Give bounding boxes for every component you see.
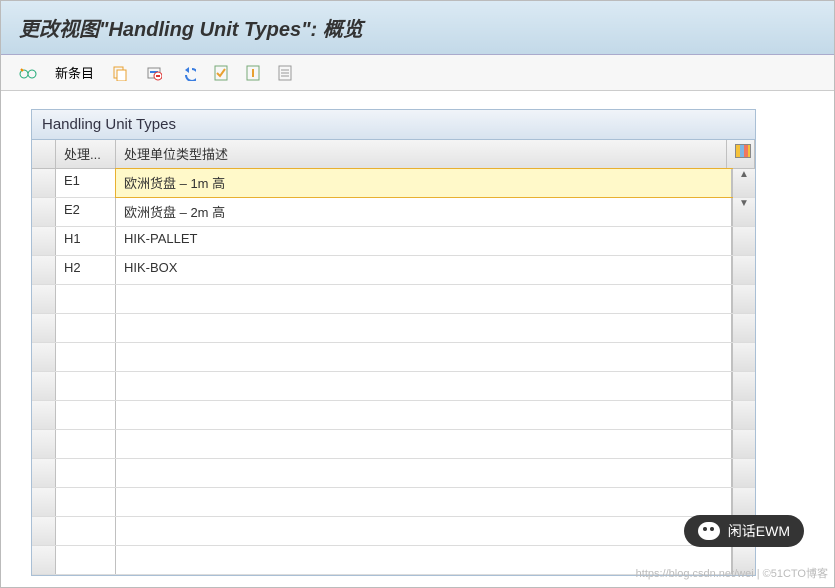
row-selector[interactable] — [32, 546, 56, 574]
config-icon — [278, 65, 292, 81]
wechat-icon — [698, 522, 720, 540]
row-selector[interactable] — [32, 314, 56, 342]
cell-desc[interactable]: HIK-PALLET — [116, 227, 732, 255]
cell-desc[interactable] — [116, 488, 732, 516]
scrollbar-track[interactable] — [732, 285, 755, 313]
table-row[interactable]: H2HIK-BOX — [32, 256, 755, 285]
watermark: https://blog.csdn.net/wei | ©51CTO博客 — [636, 565, 828, 581]
scrollbar-track[interactable] — [732, 488, 755, 516]
cell-code[interactable] — [56, 343, 116, 371]
table-row[interactable]: H1HIK-PALLET — [32, 227, 755, 256]
cell-desc[interactable]: 欧洲货盘 – 2m 高 — [116, 198, 732, 226]
cell-code[interactable] — [56, 488, 116, 516]
table-row[interactable] — [32, 285, 755, 314]
scrollbar-track[interactable] — [732, 314, 755, 342]
cell-code[interactable] — [56, 517, 116, 545]
select-all-cell[interactable] — [32, 140, 56, 168]
row-selector[interactable] — [32, 256, 56, 284]
cell-desc[interactable] — [116, 517, 732, 545]
row-selector[interactable] — [32, 401, 56, 429]
cell-desc[interactable]: HIK-BOX — [116, 256, 732, 284]
table-settings-icon — [735, 144, 751, 158]
delete-button[interactable] — [142, 63, 166, 83]
cell-code[interactable]: H2 — [56, 256, 116, 284]
delete-icon — [146, 65, 162, 81]
scrollbar-track[interactable] — [732, 459, 755, 487]
undo-icon — [180, 65, 196, 81]
toggle-view-button[interactable] — [15, 64, 41, 82]
scrollbar-track[interactable] — [732, 372, 755, 400]
new-entry-button[interactable]: 新条目 — [51, 61, 98, 84]
cell-code[interactable] — [56, 372, 116, 400]
scrollbar-track[interactable] — [732, 430, 755, 458]
panel-title: Handling Unit Types — [31, 109, 756, 140]
cell-code[interactable]: E1 — [56, 169, 116, 197]
config-button[interactable] — [274, 63, 296, 83]
data-grid: 处理...处理单位类型描述E1欧洲货盘 – 1m 高▲E2欧洲货盘 – 2m 高… — [31, 140, 756, 576]
table-row[interactable] — [32, 517, 755, 546]
row-selector[interactable] — [32, 343, 56, 371]
table-row[interactable]: E2欧洲货盘 – 2m 高▼ — [32, 198, 755, 227]
cell-code[interactable] — [56, 546, 116, 574]
col-header-code[interactable]: 处理... — [56, 140, 116, 168]
cell-code[interactable]: H1 — [56, 227, 116, 255]
wechat-label: 闲话EWM — [728, 521, 790, 541]
row-selector[interactable] — [32, 285, 56, 313]
row-selector[interactable] — [32, 169, 56, 197]
deselect-all-button[interactable] — [242, 63, 264, 83]
table-row[interactable] — [32, 314, 755, 343]
cell-code[interactable] — [56, 285, 116, 313]
scroll-up-button[interactable]: ▲ — [732, 169, 755, 197]
table-row[interactable]: E1欧洲货盘 – 1m 高▲ — [32, 169, 755, 198]
deselect-all-icon — [246, 65, 260, 81]
cell-code[interactable] — [56, 401, 116, 429]
scroll-down-button[interactable]: ▼ — [732, 198, 755, 226]
cell-code[interactable]: E2 — [56, 198, 116, 226]
table-row[interactable] — [32, 488, 755, 517]
cell-desc[interactable] — [116, 314, 732, 342]
row-selector[interactable] — [32, 459, 56, 487]
wechat-badge: 闲话EWM — [684, 515, 804, 547]
glasses-icon — [19, 66, 37, 80]
app-window: 更改视图"Handling Unit Types": 概览 新条目 — [0, 0, 835, 588]
copy-icon — [112, 65, 128, 81]
copy-button[interactable] — [108, 63, 132, 83]
row-selector[interactable] — [32, 430, 56, 458]
cell-desc[interactable] — [116, 343, 732, 371]
table-row[interactable] — [32, 401, 755, 430]
cell-code[interactable] — [56, 430, 116, 458]
row-selector[interactable] — [32, 488, 56, 516]
table-row[interactable] — [32, 372, 755, 401]
cell-desc[interactable] — [116, 459, 732, 487]
table-header-row: 处理...处理单位类型描述 — [32, 140, 755, 169]
cell-desc[interactable] — [116, 401, 732, 429]
cell-desc[interactable]: 欧洲货盘 – 1m 高 — [116, 169, 732, 197]
title-bar: 更改视图"Handling Unit Types": 概览 — [1, 1, 834, 55]
table-row[interactable] — [32, 343, 755, 372]
scrollbar-track[interactable] — [732, 227, 755, 255]
row-selector[interactable] — [32, 198, 56, 226]
row-selector[interactable] — [32, 227, 56, 255]
cell-desc[interactable] — [116, 430, 732, 458]
table-row[interactable] — [32, 430, 755, 459]
cell-desc[interactable] — [116, 372, 732, 400]
cell-code[interactable] — [56, 314, 116, 342]
table-settings-button[interactable] — [727, 140, 755, 168]
col-header-desc[interactable]: 处理单位类型描述 — [116, 140, 727, 168]
cell-desc[interactable] — [116, 285, 732, 313]
page-title: 更改视图"Handling Unit Types": 概览 — [19, 19, 363, 41]
select-all-button[interactable] — [210, 63, 232, 83]
scrollbar-track[interactable] — [732, 256, 755, 284]
scrollbar-track[interactable] — [732, 401, 755, 429]
scrollbar-track[interactable] — [732, 343, 755, 371]
select-all-icon — [214, 65, 228, 81]
undo-button[interactable] — [176, 63, 200, 83]
new-entry-label: 新条目 — [55, 63, 94, 82]
table-row[interactable] — [32, 459, 755, 488]
row-selector[interactable] — [32, 372, 56, 400]
row-selector[interactable] — [32, 517, 56, 545]
cell-code[interactable] — [56, 459, 116, 487]
toolbar: 新条目 — [1, 55, 834, 91]
table-panel: Handling Unit Types 处理...处理单位类型描述E1欧洲货盘 … — [31, 109, 756, 576]
